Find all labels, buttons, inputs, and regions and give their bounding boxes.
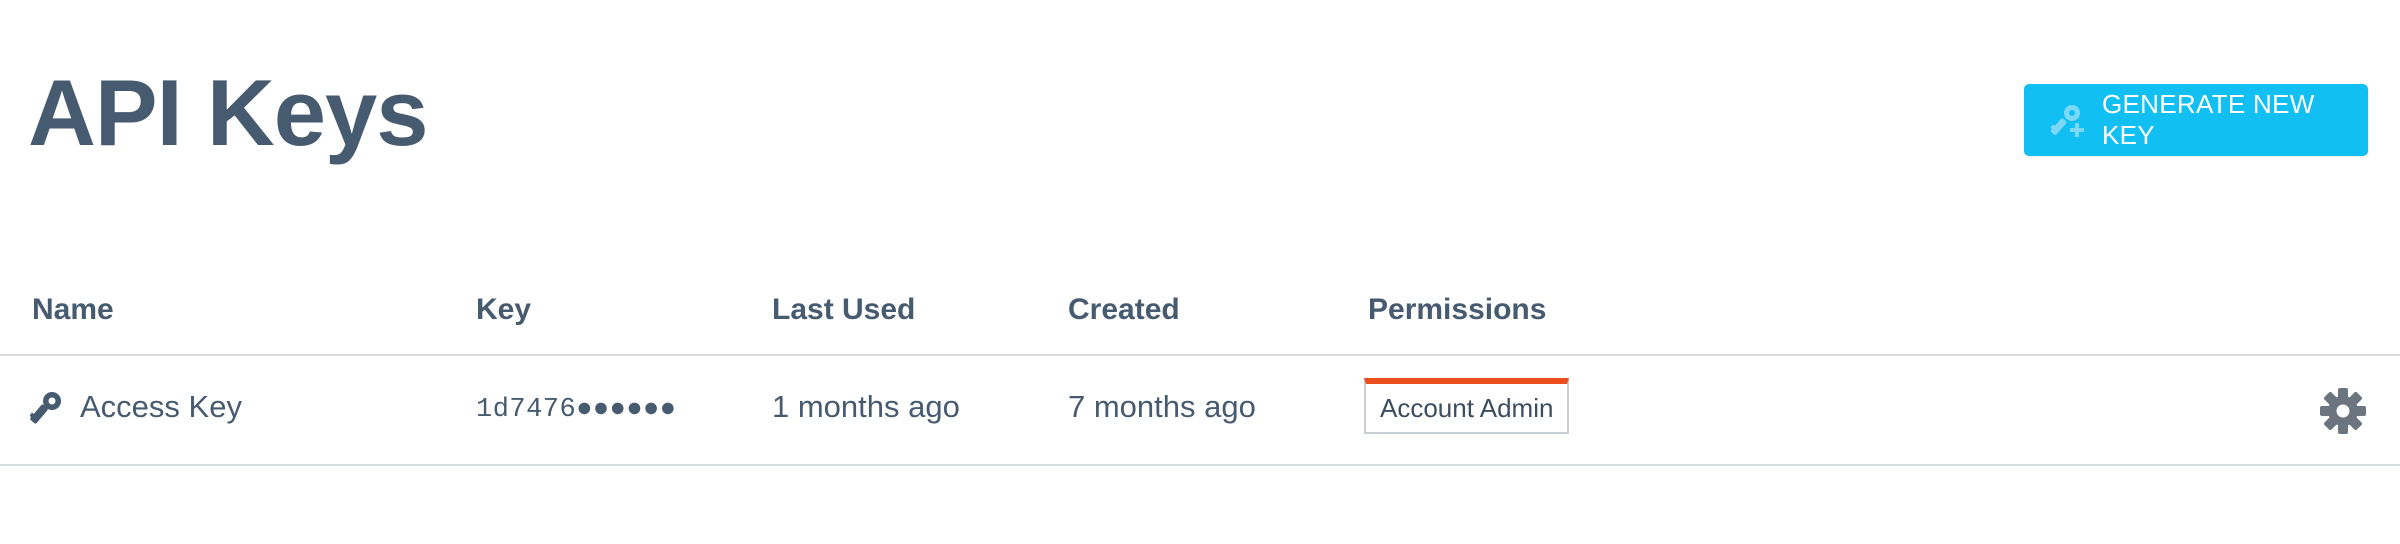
column-header-last-used: Last Used (772, 293, 916, 326)
last-used-value: 1 months ago (772, 389, 960, 424)
page-title: API Keys (28, 60, 429, 165)
column-header-key: Key (476, 293, 532, 326)
generate-new-key-button[interactable]: GENERATE NEW KEY (2024, 84, 2368, 156)
row-divider (0, 464, 2400, 466)
key-plus-icon (2048, 100, 2088, 140)
key-value: 1d7476●●●●●● (476, 395, 677, 425)
permission-badge: Account Admin (1364, 378, 1570, 434)
column-header-name: Name (32, 293, 114, 326)
column-header-permissions: Permissions (1368, 293, 1547, 326)
key-name-cell[interactable]: Access Key (30, 388, 242, 426)
created-value: 7 months ago (1068, 389, 1256, 424)
header-divider (0, 354, 2400, 356)
key-name: Access Key (80, 389, 242, 424)
key-icon (30, 390, 64, 424)
column-header-created: Created (1068, 293, 1180, 326)
generate-new-key-label: GENERATE NEW KEY (2102, 89, 2315, 150)
gear-icon[interactable] (2318, 386, 2368, 436)
